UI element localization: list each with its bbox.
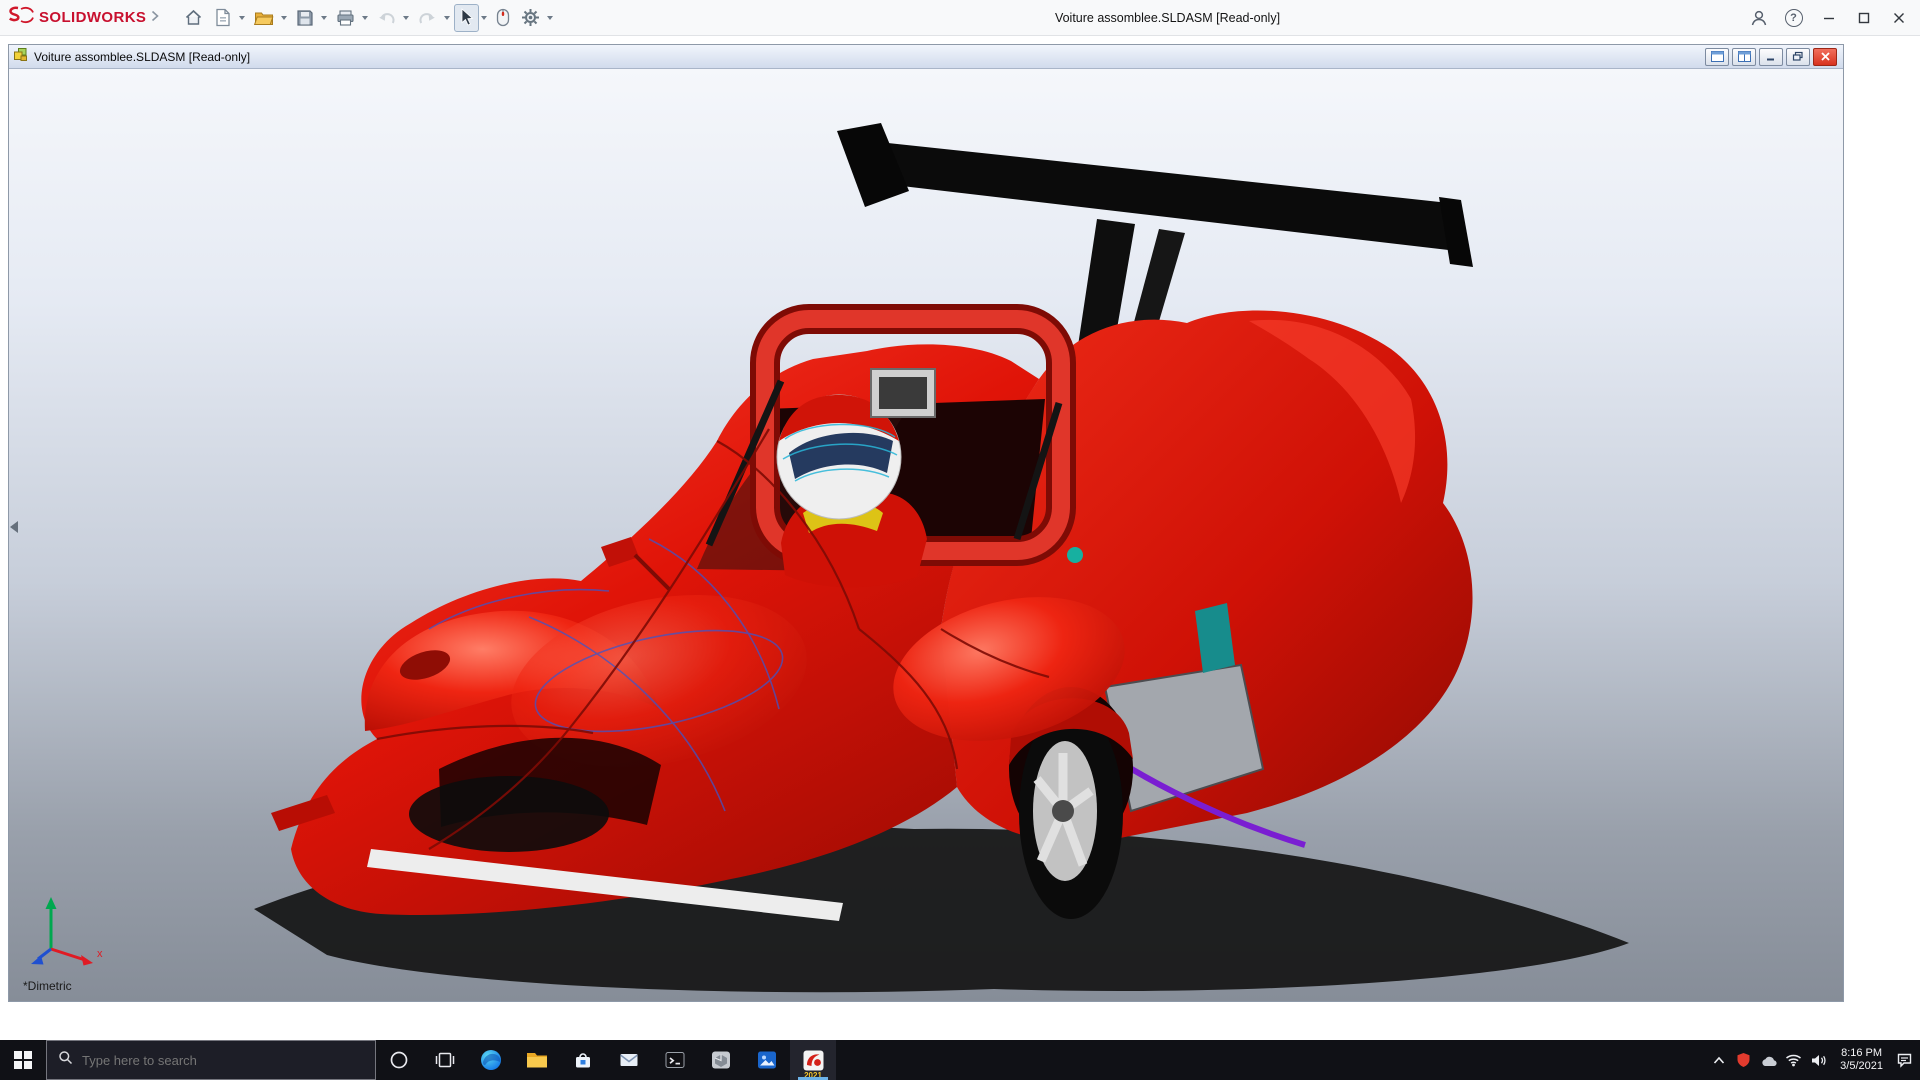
minimize-button[interactable] xyxy=(1811,0,1846,36)
cortana-button[interactable] xyxy=(376,1040,422,1080)
search-icon xyxy=(58,1050,73,1070)
view-orientation-label: *Dimetric xyxy=(23,979,72,993)
clock-date: 3/5/2021 xyxy=(1840,1060,1883,1074)
file-explorer-button[interactable] xyxy=(514,1040,560,1080)
quick-access-toolbar xyxy=(179,4,556,32)
redo-button xyxy=(413,4,442,32)
open-dropdown-caret[interactable] xyxy=(281,16,287,20)
solidworks-logo-icon xyxy=(8,5,34,30)
action-center-button[interactable] xyxy=(1892,1040,1917,1080)
taskbar-search-input[interactable] xyxy=(82,1053,364,1068)
car-model xyxy=(9,69,1843,1001)
open-button[interactable] xyxy=(249,4,279,32)
mail-button[interactable] xyxy=(606,1040,652,1080)
brand-expand-chevron-icon[interactable] xyxy=(151,9,159,27)
print-button[interactable] xyxy=(331,4,360,32)
triad-y-axis xyxy=(46,897,57,909)
photos-button[interactable] xyxy=(744,1040,790,1080)
document-titlebar[interactable]: Voiture assomblee.SLDASM [Read-only] xyxy=(9,45,1843,69)
app-title: Voiture assomblee.SLDASM [Read-only] xyxy=(600,11,1735,25)
options-dropdown-caret[interactable] xyxy=(547,16,553,20)
solidworks-taskbar-button[interactable]: 2021 xyxy=(790,1040,836,1080)
save-button[interactable] xyxy=(291,4,319,32)
select-dropdown-caret[interactable] xyxy=(481,16,487,20)
edrawings-button[interactable] xyxy=(698,1040,744,1080)
store-button[interactable] xyxy=(560,1040,606,1080)
clock-time: 8:16 PM xyxy=(1841,1047,1882,1061)
undo-dropdown-caret[interactable] xyxy=(403,16,409,20)
app-titlebar[interactable]: SOLIDWORKS xyxy=(0,0,1920,36)
onedrive-button[interactable] xyxy=(1756,1040,1781,1080)
solidworks-logo: SOLIDWORKS xyxy=(8,5,159,30)
wifi-icon xyxy=(1785,1053,1802,1067)
options-button[interactable] xyxy=(516,4,545,32)
help-icon: ? xyxy=(1785,9,1803,27)
document-minimize-button[interactable] xyxy=(1759,48,1783,66)
triad-x-label: x xyxy=(97,948,103,960)
document-title: Voiture assomblee.SLDASM [Read-only] xyxy=(34,50,250,64)
home-button[interactable] xyxy=(179,4,208,32)
windows-logo-icon xyxy=(14,1051,32,1069)
solidworks-app-icon xyxy=(802,1049,825,1072)
system-tray: 8:16 PM 3/5/2021 xyxy=(1706,1040,1920,1080)
graphics-viewport[interactable]: x *Dimetric xyxy=(9,69,1843,1001)
brand-text: SOLIDWORKS xyxy=(39,9,146,26)
file-explorer-icon xyxy=(525,1049,549,1071)
mouse-gestures-button[interactable] xyxy=(491,4,515,32)
document-close-button[interactable] xyxy=(1813,48,1837,66)
undo-button xyxy=(372,4,401,32)
account-button[interactable] xyxy=(1741,0,1776,36)
cloud-icon xyxy=(1760,1054,1778,1067)
assembly-icon xyxy=(13,47,28,67)
shield-icon xyxy=(1736,1052,1751,1068)
network-button[interactable] xyxy=(1781,1040,1806,1080)
save-dropdown-caret[interactable] xyxy=(321,16,327,20)
cortana-icon xyxy=(389,1050,409,1070)
security-shield-button[interactable] xyxy=(1731,1040,1756,1080)
document-window: Voiture assomblee.SLDASM [Read-only] xyxy=(8,44,1844,1002)
document-restore-button[interactable] xyxy=(1786,48,1810,66)
task-view-icon xyxy=(435,1051,455,1069)
triad-x-axis xyxy=(81,955,93,966)
edrawings-icon xyxy=(709,1048,733,1072)
task-view-button[interactable] xyxy=(422,1040,468,1080)
store-icon xyxy=(571,1048,595,1072)
close-button[interactable] xyxy=(1881,0,1916,36)
tile-window-button[interactable] xyxy=(1705,48,1729,66)
document-window-controls xyxy=(1705,48,1839,66)
command-prompt-button[interactable] xyxy=(652,1040,698,1080)
redo-dropdown-caret[interactable] xyxy=(444,16,450,20)
screen: SOLIDWORKS xyxy=(0,0,1920,1080)
new-document-button[interactable] xyxy=(209,4,237,32)
edge-icon xyxy=(479,1048,503,1072)
titlebar-right-controls: ? xyxy=(1741,0,1916,36)
print-dropdown-caret[interactable] xyxy=(362,16,368,20)
taskbar-search[interactable] xyxy=(46,1040,376,1080)
maximize-button[interactable] xyxy=(1846,0,1881,36)
windows-taskbar: 2021 8:16 PM 3/5/2021 xyxy=(0,1040,1920,1080)
start-button[interactable] xyxy=(0,1040,46,1080)
volume-button[interactable] xyxy=(1806,1040,1831,1080)
volume-icon xyxy=(1810,1053,1827,1068)
action-center-icon xyxy=(1896,1052,1913,1068)
edge-button[interactable] xyxy=(468,1040,514,1080)
hidden-icons-button[interactable] xyxy=(1706,1040,1731,1080)
select-tool-button[interactable] xyxy=(454,4,479,32)
photos-icon xyxy=(755,1048,779,1072)
new-document-dropdown-caret[interactable] xyxy=(239,16,245,20)
cascade-window-button[interactable] xyxy=(1732,48,1756,66)
help-button[interactable]: ? xyxy=(1776,0,1811,36)
panel-collapse-arrow[interactable] xyxy=(10,521,18,533)
taskbar-clock[interactable]: 8:16 PM 3/5/2021 xyxy=(1831,1047,1892,1074)
orientation-triad: x xyxy=(25,891,109,969)
command-prompt-icon xyxy=(663,1048,687,1072)
chevron-up-icon xyxy=(1712,1055,1726,1065)
mail-icon xyxy=(617,1048,641,1072)
